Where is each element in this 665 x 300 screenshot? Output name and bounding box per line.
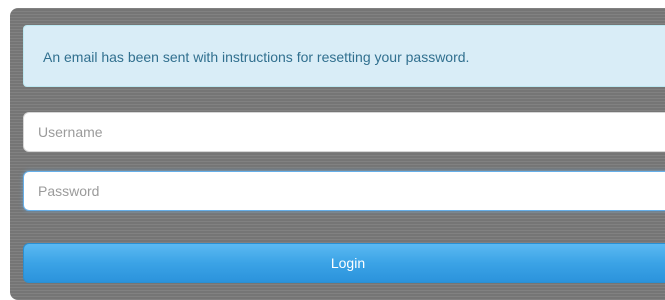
alert-message: An email has been sent with instructions…	[43, 49, 470, 65]
info-alert: An email has been sent with instructions…	[23, 25, 665, 87]
login-button[interactable]: Login	[23, 243, 665, 283]
username-input[interactable]	[23, 112, 665, 152]
password-input[interactable]	[23, 171, 665, 211]
